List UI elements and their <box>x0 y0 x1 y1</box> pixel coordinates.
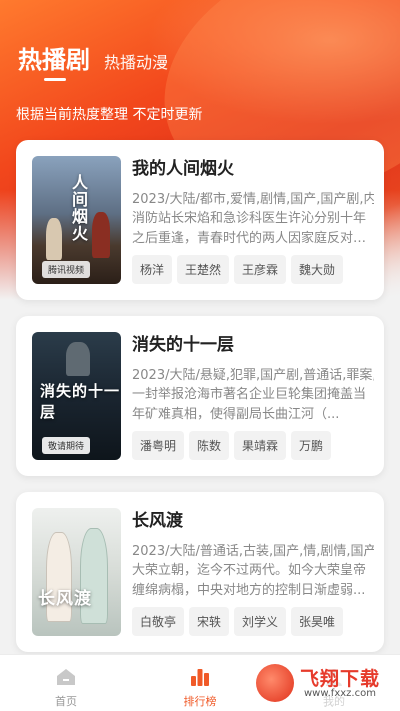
nav-home[interactable]: 首页 <box>36 665 96 709</box>
active-tab-indicator <box>44 78 66 81</box>
show-poster[interactable]: 消失的十一层 敬请期待 <box>32 332 121 460</box>
cast-chip[interactable]: 魏大勋 <box>291 255 344 284</box>
show-title[interactable]: 长风渡 <box>132 508 374 534</box>
home-icon <box>36 665 96 689</box>
poster-title: 长风渡 <box>38 589 92 609</box>
show-description: 大荣立朝，迄今不过两代。如今大荣皇帝缠绵病榻，中央对地方的控制日渐虚弱... <box>132 563 367 598</box>
show-title[interactable]: 我的人间烟火 <box>132 156 374 182</box>
page-subtitle: 根据当前热度整理 不定时更新 <box>16 107 203 123</box>
cast-chip[interactable]: 万鹏 <box>291 431 332 460</box>
watermark-logo-icon <box>256 664 294 702</box>
cast-chip[interactable]: 果靖霖 <box>234 431 287 460</box>
watermark-url: www.fxxz.com <box>304 688 376 699</box>
nav-ranking-label: 排行榜 <box>183 695 217 708</box>
tab-hot-anime[interactable]: 热播动漫 <box>104 49 168 73</box>
show-info: 消失的十一层 2023/大陆/悬疑,犯罪,国产剧,普通话,罪案, 一封举报沧海市… <box>132 332 374 460</box>
cast-chip[interactable]: 杨洋 <box>132 255 173 284</box>
cast-list: 白敬亭 宋轶 刘学义 张昊唯 <box>132 607 374 636</box>
show-card[interactable]: 长风渡 长风渡 2023/大陆/普通话,古装,国产,情,剧情,国产 大荣立朝，迄… <box>16 492 384 652</box>
watermark-text: 飞翔下载 <box>300 668 381 690</box>
category-tabs: 热播剧 热播动漫 <box>18 40 168 75</box>
poster-badge: 敬请期待 <box>42 437 91 454</box>
poster-title: 人间烟火 <box>69 174 88 242</box>
show-description: 消防站长宋焰和急诊科医生许沁分别十年之后重逢，青春时代的两人因家庭反对… <box>132 211 367 246</box>
show-info: 长风渡 2023/大陆/普通话,古装,国产,情,剧情,国产 大荣立朝，迄今不过两… <box>132 508 374 636</box>
show-poster[interactable]: 长风渡 <box>32 508 121 636</box>
cast-list: 潘粤明 陈数 果靖霖 万鹏 <box>132 431 374 460</box>
poster-badge: 腾讯视频 <box>42 261 91 278</box>
cast-chip[interactable]: 王彦霖 <box>234 255 287 284</box>
watermark: 飞翔下载 www.fxxz.com <box>252 660 397 706</box>
show-meta: 2023/大陆/普通话,古装,国产,情,剧情,国产 <box>132 544 374 559</box>
show-info: 我的人间烟火 2023/大陆/都市,爱情,剧情,国产,国产剧,内 消防站长宋焰和… <box>132 156 374 284</box>
show-meta: 2023/大陆/悬疑,犯罪,国产剧,普通话,罪案, <box>132 368 374 383</box>
tab-hot-dramas[interactable]: 热播剧 <box>18 40 90 75</box>
cast-chip[interactable]: 张昊唯 <box>291 607 344 636</box>
nav-home-label: 首页 <box>55 695 77 708</box>
cast-chip[interactable]: 潘粤明 <box>132 431 185 460</box>
cast-chip[interactable]: 刘学义 <box>234 607 287 636</box>
poster-title: 消失的十一层 <box>40 382 121 421</box>
show-poster[interactable]: 人间烟火 腾讯视频 <box>32 156 121 284</box>
cast-list: 杨洋 王楚然 王彦霖 魏大勋 <box>132 255 374 284</box>
cast-chip[interactable]: 白敬亭 <box>132 607 185 636</box>
cast-chip[interactable]: 陈数 <box>189 431 230 460</box>
cast-chip[interactable]: 宋轶 <box>189 607 230 636</box>
cast-chip[interactable]: 王楚然 <box>177 255 230 284</box>
show-meta: 2023/大陆/都市,爱情,剧情,国产,国产剧,内 <box>132 192 374 207</box>
show-title[interactable]: 消失的十一层 <box>132 332 374 358</box>
nav-ranking[interactable]: 排行榜 <box>170 665 230 709</box>
show-description: 一封举报沧海市著名企业巨轮集团掩盖当年矿难真相，使得副局长曲江河（... <box>132 387 367 422</box>
bar-chart-icon <box>170 665 230 689</box>
show-card[interactable]: 消失的十一层 敬请期待 消失的十一层 2023/大陆/悬疑,犯罪,国产剧,普通话… <box>16 316 384 476</box>
show-card[interactable]: 人间烟火 腾讯视频 我的人间烟火 2023/大陆/都市,爱情,剧情,国产,国产剧… <box>16 140 384 300</box>
